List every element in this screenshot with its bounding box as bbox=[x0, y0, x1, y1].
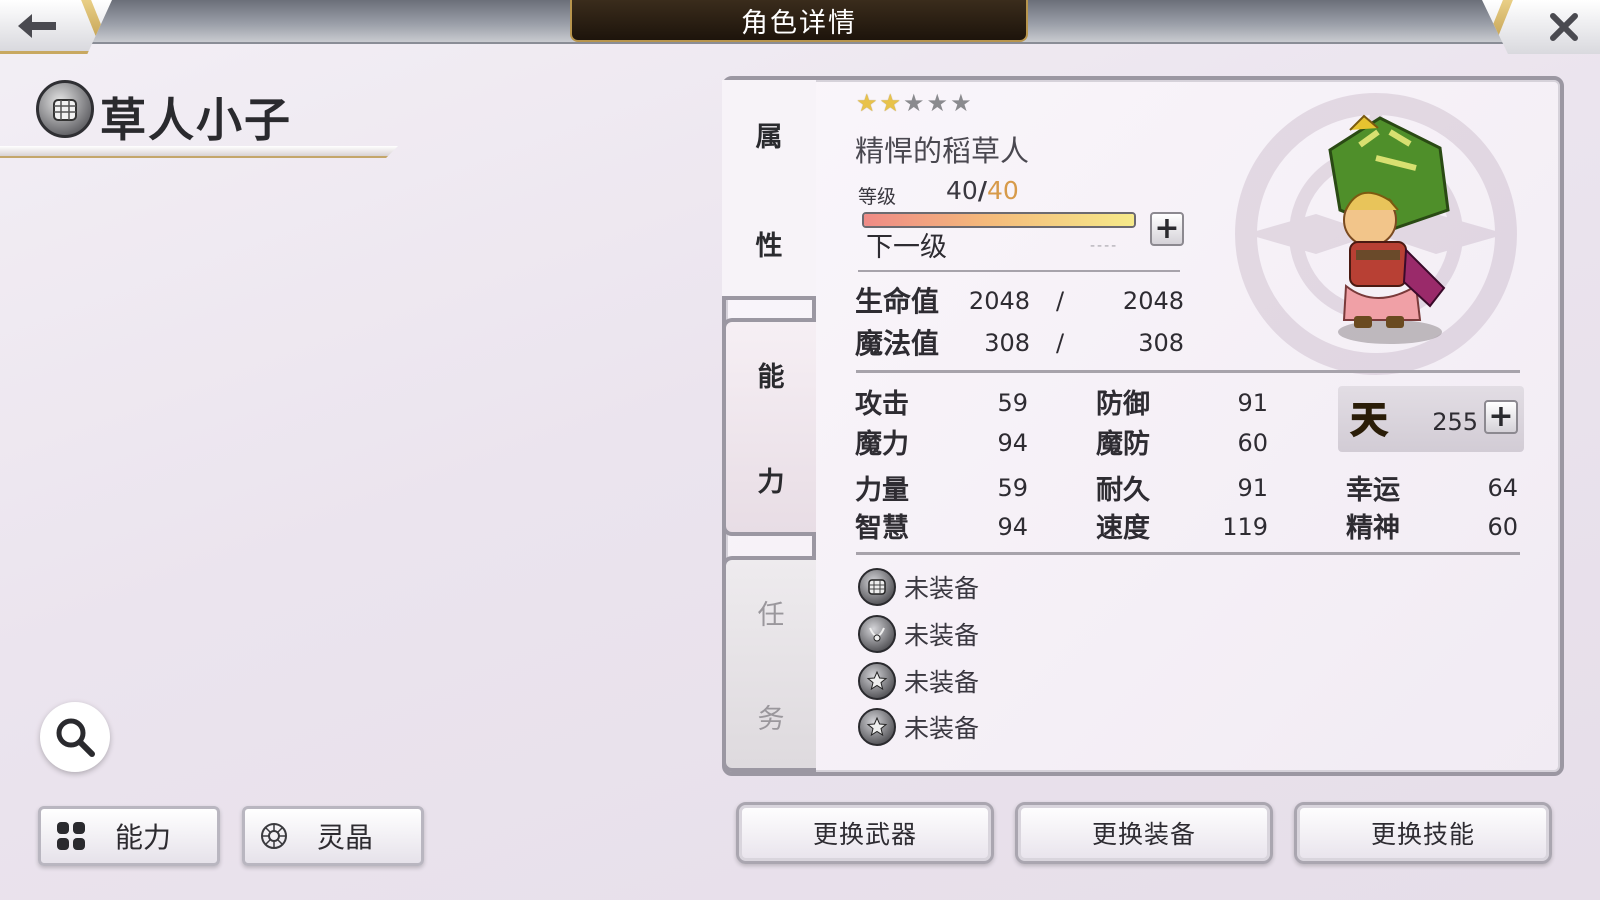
defense-label: 防御 bbox=[1096, 389, 1150, 420]
hp-current: 2048 bbox=[968, 287, 1030, 315]
change-skill-label: 更换技能 bbox=[1370, 820, 1475, 849]
star-filled-icon: ★ bbox=[879, 89, 902, 117]
speed-value: 119 bbox=[1222, 513, 1268, 541]
equip-slot-weapon[interactable]: 未装备 bbox=[858, 568, 979, 606]
tab-task-char-2: 务 bbox=[757, 703, 785, 735]
equip-slot-label: 未装备 bbox=[904, 574, 980, 603]
change-equipment-label: 更换装备 bbox=[1091, 820, 1196, 849]
plus-icon: + bbox=[1488, 399, 1514, 434]
equip-slot-emblem-2[interactable]: 未装备 bbox=[858, 708, 979, 746]
divider-level bbox=[858, 270, 1180, 272]
character-name: 草人小子 bbox=[100, 93, 292, 147]
spirit-label: 精神 bbox=[1346, 513, 1400, 544]
endurance-label: 耐久 bbox=[1096, 475, 1150, 506]
level-slash: / bbox=[977, 176, 987, 205]
defense-value: 91 bbox=[1237, 389, 1268, 417]
divider-stats bbox=[856, 552, 1520, 555]
character-header: 草人小子 bbox=[0, 78, 400, 160]
star-filled-icon: ★ bbox=[856, 89, 878, 117]
rarity-stars: ★ ★ ★ ★ ★ bbox=[856, 90, 972, 116]
attack-label: 攻击 bbox=[855, 389, 909, 420]
search-button[interactable] bbox=[40, 702, 110, 772]
wisdom-label: 智慧 bbox=[855, 513, 909, 544]
endurance-value: 91 bbox=[1237, 474, 1268, 502]
equip-slot-label: 未装备 bbox=[904, 714, 980, 743]
mp-label: 魔法值 bbox=[855, 327, 940, 360]
luck-label: 幸运 bbox=[1346, 475, 1400, 506]
level-up-button[interactable]: + bbox=[1150, 212, 1184, 246]
tab-attributes-char-2: 性 bbox=[755, 231, 783, 262]
change-weapon-label: 更换武器 bbox=[812, 820, 917, 849]
equip-slot-label: 未装备 bbox=[904, 621, 980, 650]
tab-attributes-char-1: 属 bbox=[755, 122, 783, 153]
star-empty-icon: ★ bbox=[950, 89, 972, 117]
tab-task[interactable]: 任 务 bbox=[722, 556, 816, 772]
mp-separator: / bbox=[1056, 329, 1065, 357]
mp-current: 308 bbox=[984, 329, 1030, 357]
crystal-button[interactable]: 灵晶 bbox=[242, 806, 424, 866]
equip-slot-emblem-1[interactable]: 未装备 bbox=[858, 662, 979, 700]
tab-ability[interactable]: 能 力 bbox=[722, 318, 816, 536]
crystal-icon bbox=[261, 823, 287, 849]
back-button[interactable] bbox=[0, 0, 112, 54]
mp-max: 308 bbox=[1138, 329, 1184, 357]
speed-label: 速度 bbox=[1096, 513, 1150, 544]
character-portrait bbox=[1328, 114, 1450, 344]
change-equipment-button[interactable]: 更换装备 bbox=[1015, 802, 1273, 864]
magic-value: 94 bbox=[997, 429, 1028, 457]
page-title: 角色详情 bbox=[570, 0, 1028, 42]
ability-button[interactable]: 能力 bbox=[38, 806, 220, 866]
magic-defense-label: 魔防 bbox=[1096, 429, 1150, 460]
sky-add-button[interactable]: + bbox=[1484, 400, 1518, 434]
crystal-button-label: 灵晶 bbox=[317, 821, 374, 854]
hp-separator: / bbox=[1056, 287, 1065, 315]
equip-slot-accessory[interactable]: 未装备 bbox=[858, 615, 979, 653]
strength-label: 力量 bbox=[855, 475, 909, 506]
gauntlet-icon bbox=[36, 80, 94, 138]
level-max: 40 bbox=[986, 176, 1019, 205]
necklace-icon bbox=[858, 615, 896, 653]
ability-button-label: 能力 bbox=[115, 821, 172, 854]
tab-ability-char-2: 力 bbox=[757, 467, 785, 498]
magic-defense-value: 60 bbox=[1237, 429, 1268, 457]
divider-vitals bbox=[856, 370, 1520, 373]
hp-max: 2048 bbox=[1122, 287, 1184, 315]
strength-value: 59 bbox=[997, 474, 1028, 502]
sky-icon: 天 bbox=[1350, 399, 1388, 442]
change-skill-button[interactable]: 更换技能 bbox=[1294, 802, 1552, 864]
tab-divider bbox=[722, 296, 816, 300]
close-button[interactable] bbox=[1482, 0, 1600, 54]
star-empty-icon: ★ bbox=[926, 89, 949, 117]
magic-label: 魔力 bbox=[855, 429, 909, 460]
tab-ability-char-1: 能 bbox=[757, 362, 785, 393]
class-name: 精悍的稻草人 bbox=[855, 134, 1030, 168]
hp-label: 生命值 bbox=[855, 285, 940, 318]
close-icon bbox=[1550, 13, 1578, 41]
level-value: 40/40 bbox=[946, 176, 1019, 205]
attack-value: 59 bbox=[997, 389, 1028, 417]
change-weapon-button[interactable]: 更换武器 bbox=[736, 802, 994, 864]
plus-icon: + bbox=[1154, 211, 1180, 246]
gauntlet-icon bbox=[858, 568, 896, 606]
star-emblem-icon bbox=[858, 662, 896, 700]
tab-task-char-1: 任 bbox=[757, 599, 785, 631]
equip-slot-label: 未装备 bbox=[904, 668, 980, 697]
star-emblem-icon bbox=[858, 708, 896, 746]
luck-value: 64 bbox=[1487, 474, 1518, 502]
wisdom-value: 94 bbox=[997, 513, 1028, 541]
four-dots-icon bbox=[57, 822, 85, 850]
tab-attributes[interactable]: 属 性 bbox=[722, 80, 816, 298]
level-current: 40 bbox=[946, 176, 978, 205]
star-empty-icon: ★ bbox=[903, 89, 925, 117]
arrow-left-icon bbox=[18, 13, 56, 38]
next-level-label: 下一级 bbox=[866, 232, 947, 263]
spirit-value: 60 bbox=[1487, 513, 1518, 541]
search-icon bbox=[56, 718, 95, 757]
page-title-text: 角色详情 bbox=[741, 7, 857, 39]
level-label: 等级 bbox=[858, 186, 897, 208]
sky-value: 255 bbox=[1432, 408, 1478, 436]
next-level-value: ---- bbox=[1090, 238, 1119, 254]
